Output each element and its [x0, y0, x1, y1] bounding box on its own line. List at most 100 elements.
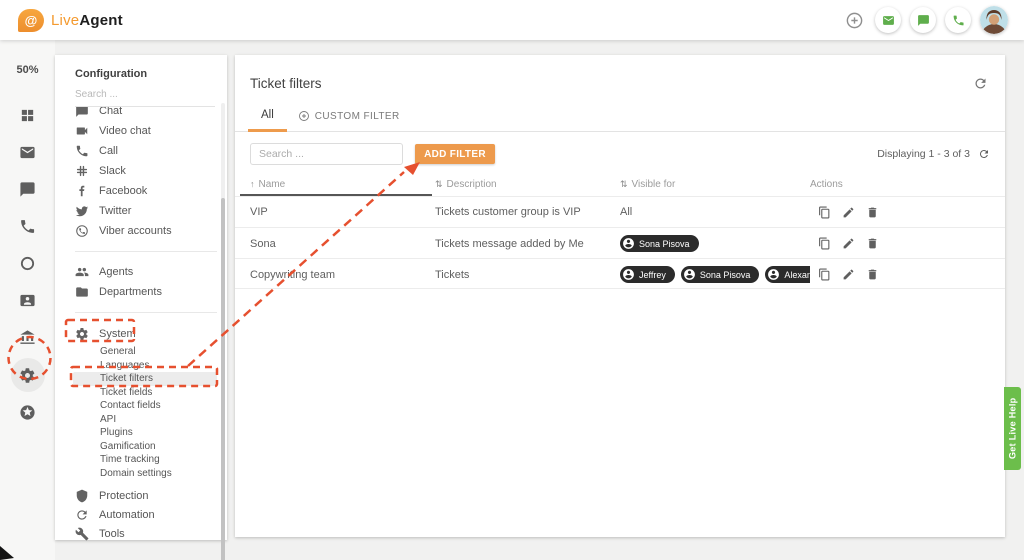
search-input[interactable] [250, 143, 403, 165]
viber-icon [75, 224, 89, 238]
automation-icon [75, 508, 89, 522]
sidebar-menu: Chat Video chat Call Slack Facebook Twit… [55, 107, 227, 543]
icon-rail: 50% [0, 40, 55, 560]
delete-icon[interactable] [866, 237, 879, 250]
delete-icon[interactable] [866, 206, 879, 219]
sidebar-item-agents[interactable]: Agents [55, 262, 227, 282]
sidebar-item-api[interactable]: API [55, 413, 227, 427]
add-circle-icon [298, 110, 310, 122]
copy-icon[interactable] [818, 268, 831, 281]
sidebar-item-chat[interactable]: Chat [55, 107, 227, 121]
delete-icon[interactable] [866, 268, 879, 281]
protection-icon [75, 489, 89, 503]
column-header-actions: Actions [810, 179, 990, 190]
badge-label: Sona Pisova [700, 270, 751, 280]
filter-visible-for: All [620, 206, 810, 218]
tab-custom-filter[interactable]: CUSTOM FILTER [294, 110, 404, 131]
sidebar-subitem-label: Time tracking [100, 454, 160, 465]
tab-bar: All CUSTOM FILTER [235, 104, 1005, 132]
edit-icon[interactable] [842, 237, 855, 250]
column-header-visible-for[interactable]: ⇅Visible for [620, 179, 810, 190]
sidebar-item-contact-fields[interactable]: Contact fields [55, 399, 227, 413]
table-row[interactable]: Copywriting team Tickets Jeffrey Sona Pi… [235, 258, 1005, 289]
sidebar-item-label: Automation [99, 509, 155, 521]
column-label: Actions [810, 179, 843, 190]
sidebar-item-languages[interactable]: Languages [55, 359, 227, 373]
add-filter-button[interactable]: ADD FILTER [415, 144, 495, 164]
get-live-help-button[interactable]: Get Live Help [1004, 387, 1021, 470]
sidebar-item-viber[interactable]: Viber accounts [55, 221, 227, 241]
brand-live: Live [51, 12, 79, 29]
brand-text: LiveAgent [51, 12, 123, 29]
sidebar-item-ticket-fields[interactable]: Ticket fields [55, 386, 227, 400]
tab-label: CUSTOM FILTER [315, 111, 400, 122]
chat-icon[interactable] [910, 7, 936, 33]
status-ring-icon[interactable] [9, 245, 46, 282]
facebook-icon [75, 184, 89, 198]
tab-all[interactable]: All [248, 109, 287, 132]
add-circle-icon[interactable] [842, 8, 866, 32]
refresh-icon[interactable] [978, 148, 990, 160]
sidebar-item-automation[interactable]: Automation [55, 505, 227, 524]
sidebar-subitem-label: Plugins [100, 427, 133, 438]
sidebar-item-slack[interactable]: Slack [55, 161, 227, 181]
filter-name: Sona [250, 238, 435, 250]
user-badge: Sona Pisova [681, 266, 760, 283]
divider [75, 251, 217, 252]
sidebar-item-general[interactable]: General [55, 345, 227, 359]
sidebar-subitem-label: Gamification [100, 441, 156, 452]
star-icon[interactable] [9, 394, 46, 431]
billing-icon[interactable] [9, 319, 46, 356]
sidebar-item-label: Slack [99, 165, 126, 177]
table-row[interactable]: Sona Tickets message added by Me Sona Pi… [235, 227, 1005, 258]
sidebar-item-domain-settings[interactable]: Domain settings [55, 467, 227, 481]
refresh-icon[interactable] [973, 76, 988, 96]
liveagent-logo[interactable]: @ LiveAgent [18, 9, 123, 32]
sidebar-item-protection[interactable]: Protection [55, 486, 227, 505]
sidebar-item-tools[interactable]: Tools [55, 524, 227, 543]
column-header-name[interactable]: ↑Name [250, 179, 435, 190]
copy-icon[interactable] [818, 237, 831, 250]
rail-icons [9, 97, 46, 431]
call-icon[interactable] [945, 7, 971, 33]
sidebar-item-twitter[interactable]: Twitter [55, 201, 227, 221]
sidebar-scrollbar[interactable] [221, 103, 225, 535]
chat-icon[interactable] [9, 171, 46, 208]
call-icon[interactable] [9, 208, 46, 245]
sidebar-item-ticket-filters[interactable]: Ticket filters [73, 372, 217, 386]
filter-description: Tickets customer group is VIP [435, 206, 620, 218]
copy-icon[interactable] [818, 206, 831, 219]
dashboard-icon[interactable] [9, 97, 46, 134]
person-circle-icon [767, 268, 780, 281]
edit-icon[interactable] [842, 206, 855, 219]
sidebar-item-system[interactable]: System [55, 323, 227, 345]
mail-icon[interactable] [9, 134, 46, 171]
sidebar-subitem-label: Languages [100, 360, 150, 371]
zoom-level-label: 50% [16, 64, 38, 76]
sidebar-item-facebook[interactable]: Facebook [55, 181, 227, 201]
settings-gear-icon[interactable] [11, 358, 45, 392]
agent-avatar[interactable] [980, 6, 1008, 34]
column-label: Name [259, 179, 286, 190]
edit-icon[interactable] [842, 268, 855, 281]
sidebar-item-call[interactable]: Call [55, 141, 227, 161]
table-row[interactable]: VIP Tickets customer group is VIP All [235, 196, 1005, 227]
sidebar-search-input[interactable] [75, 87, 215, 107]
column-header-description[interactable]: ⇅Description [435, 179, 620, 190]
user-badge: Jeffrey [620, 266, 675, 283]
filter-visible-for: Jeffrey Sona Pisova Alexandra Sch [620, 259, 810, 290]
sidebar-item-gamification[interactable]: Gamification [55, 440, 227, 454]
sidebar-item-plugins[interactable]: Plugins [55, 426, 227, 440]
slack-icon [75, 164, 89, 178]
contact-card-icon[interactable] [9, 282, 46, 319]
page-title: Ticket filters [235, 55, 1005, 91]
sidebar-item-video-chat[interactable]: Video chat [55, 121, 227, 141]
sidebar-item-label: Twitter [99, 205, 131, 217]
sidebar-item-departments[interactable]: Departments [55, 282, 227, 302]
agents-icon [75, 265, 89, 279]
divider [75, 312, 217, 313]
mail-icon[interactable] [875, 7, 901, 33]
column-label: Description [447, 179, 497, 190]
sidebar-item-time-tracking[interactable]: Time tracking [55, 453, 227, 467]
sidebar-scrollbar-thumb[interactable] [221, 198, 225, 560]
